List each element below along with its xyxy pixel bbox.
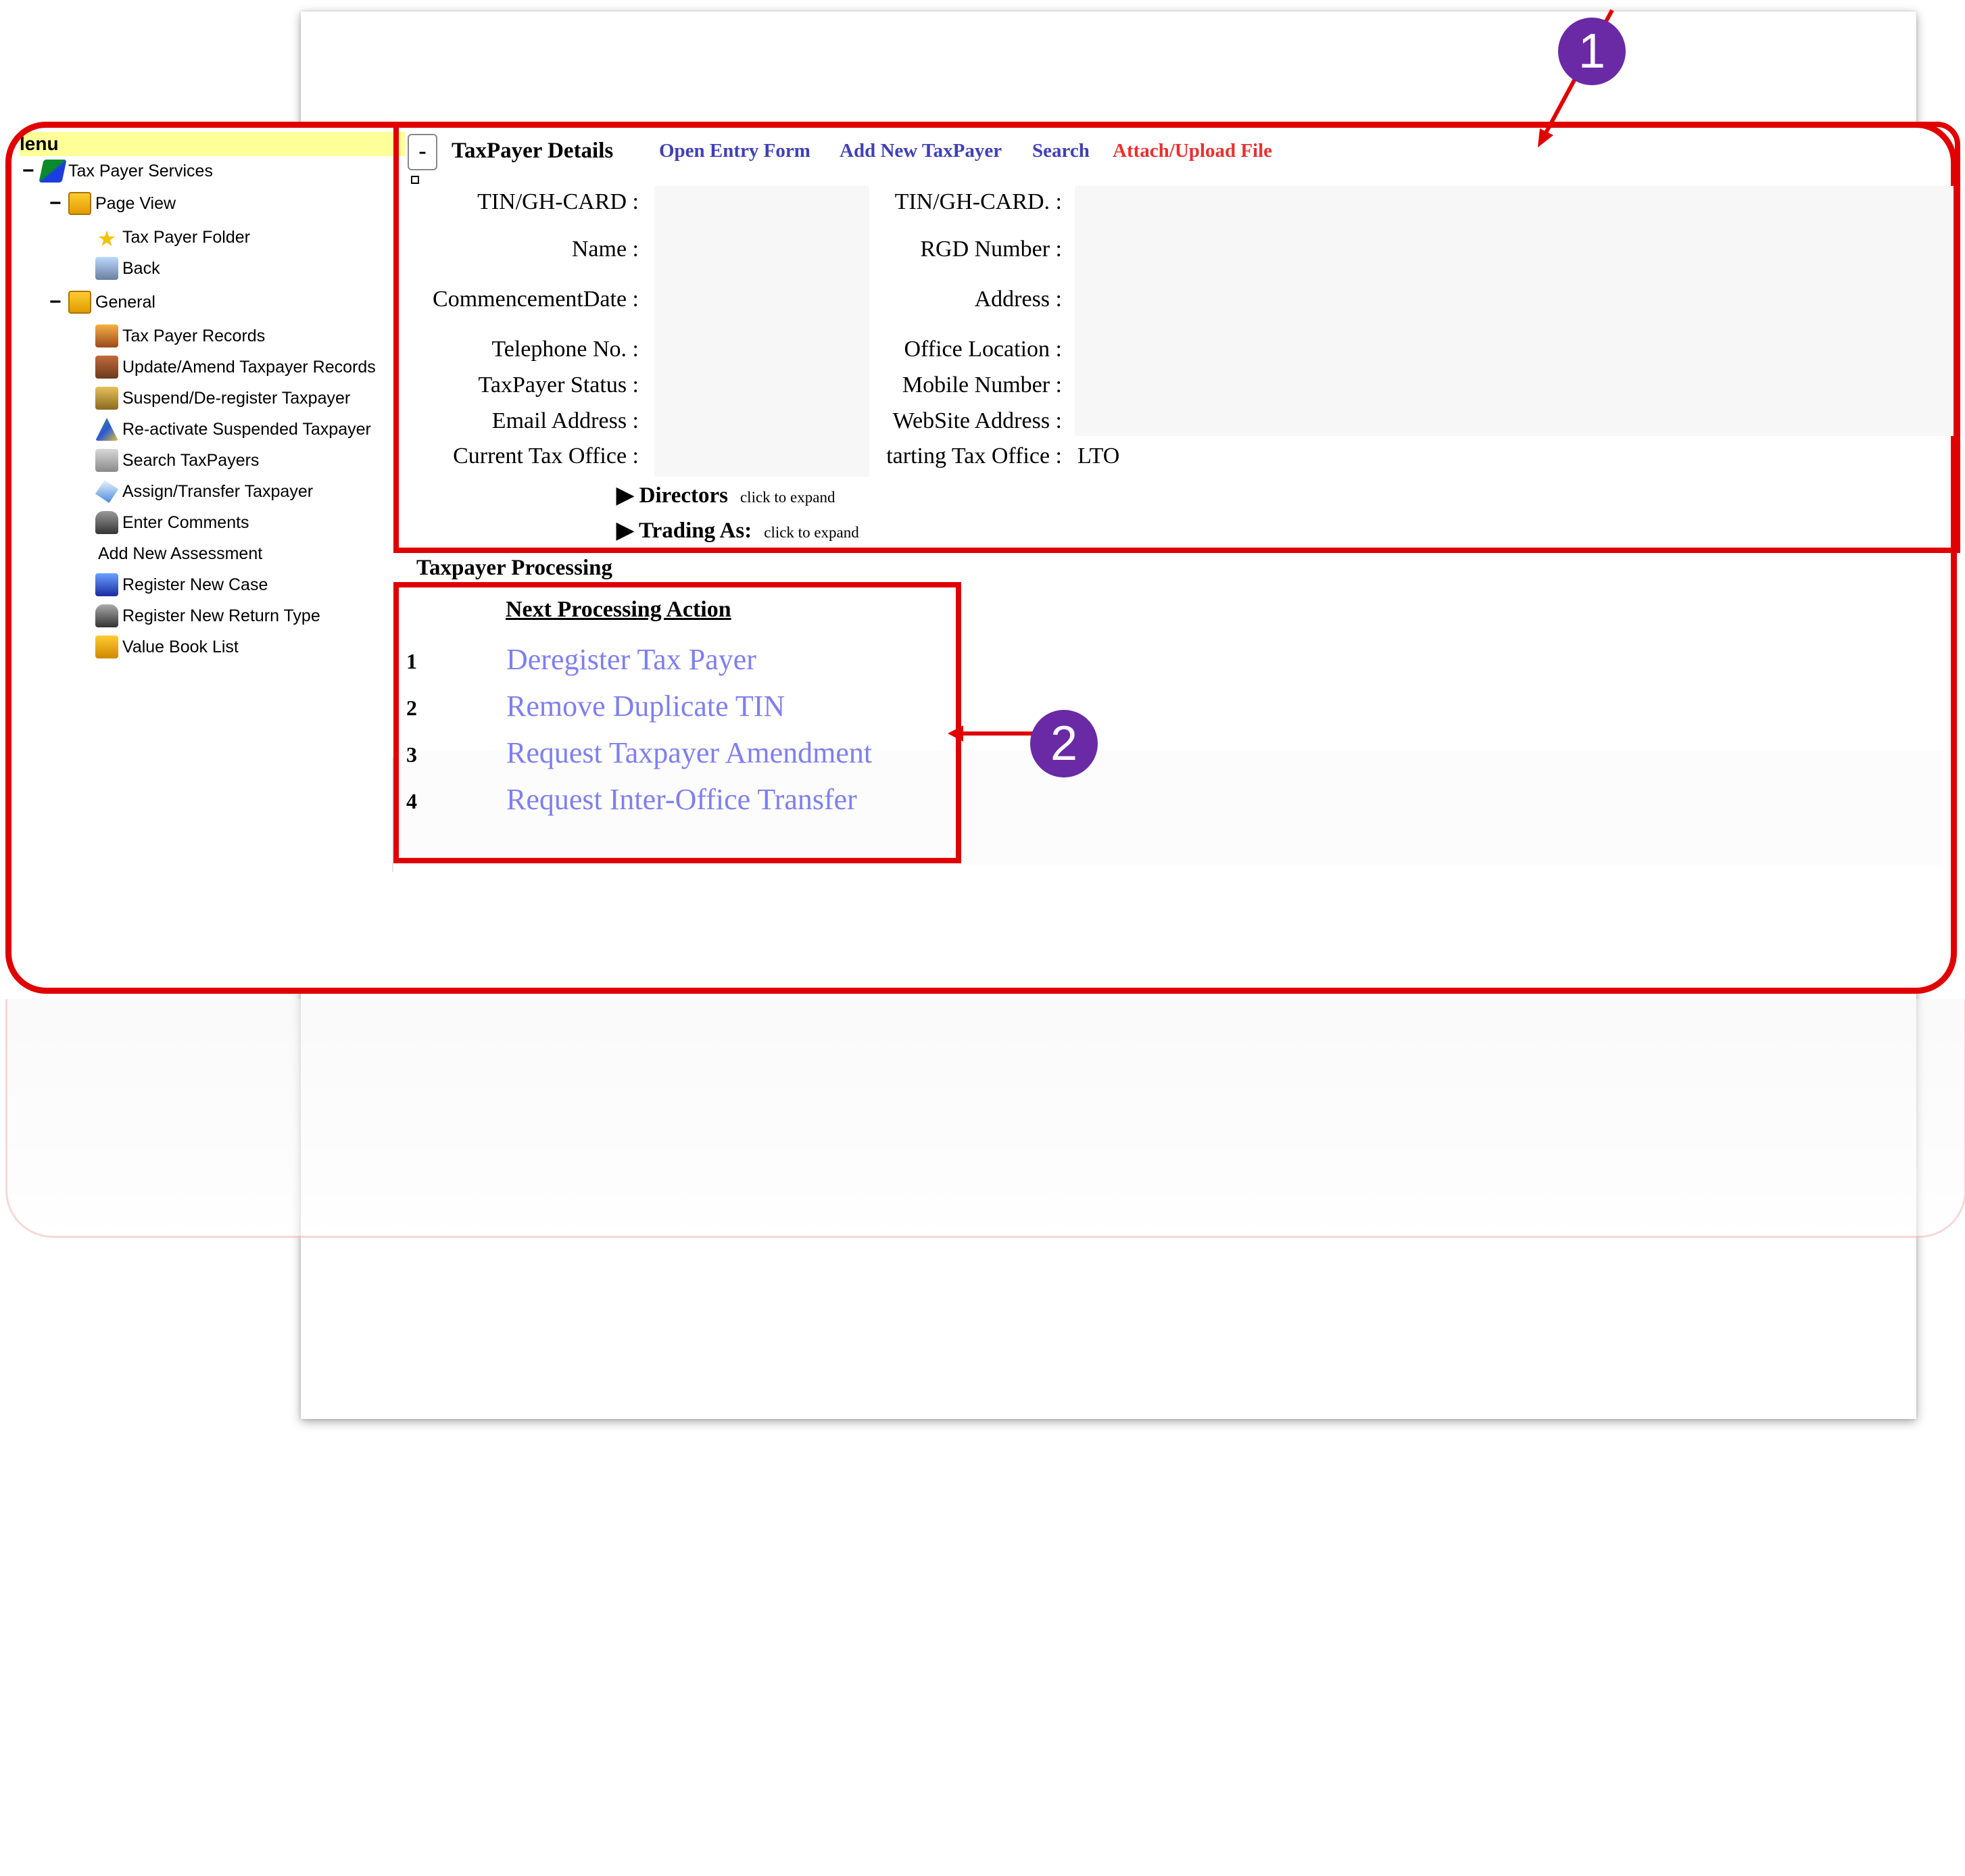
tree-item-label: Tax Payer Folder [122,227,250,247]
tree-item-general[interactable]: − General [49,287,155,317]
tree-item-update-amend[interactable]: Update/Amend Taxpayer Records [95,352,376,382]
people-icon [95,356,118,379]
tree-item-register-new-case[interactable]: Register New Case [95,570,268,600]
tree-item-page-view[interactable]: − Page View [49,189,176,218]
tree-item-add-new-assessment[interactable]: Add New Assessment [98,539,262,569]
action-number: 2 [406,696,417,720]
tree-item-tax-payer-services[interactable]: − Tax Payer Services [22,156,213,186]
comment-icon [95,511,118,534]
tree-item-label: Re-activate Suspended Taxpayer [122,419,371,439]
request-transfer-link[interactable]: Request Inter-Office Transfer [506,782,857,817]
search-icon [95,449,118,472]
collapse-toggle[interactable]: − [22,160,41,183]
tree-item-label: Tax Payer Services [68,161,213,181]
request-amendment-link[interactable]: Request Taxpayer Amendment [506,736,872,770]
tree-item-label: Update/Amend Taxpayer Records [122,357,376,377]
tree-item-tax-payer-records[interactable]: Tax Payer Records [95,321,265,351]
callout-badge-1: 1 [1558,18,1626,85]
callout-badge-2: 2 [1030,710,1098,777]
folder-icon [68,192,91,215]
tree-item-label: Tax Payer Records [122,326,266,345]
book-icon [39,160,67,183]
callout-box-1 [393,122,1960,553]
case-icon [95,573,118,596]
tree-item-label: Enter Comments [122,512,249,532]
return-icon [95,604,118,627]
deregister-link[interactable]: Deregister Tax Payer [506,642,756,677]
tree-item-search-taxpayers[interactable]: Search TaxPayers [95,446,259,475]
triangle-icon [95,418,118,441]
tree-item-label: Page View [95,193,176,213]
value-book-icon [95,635,118,658]
folder-icon [68,291,91,314]
tree-item-label: Suspend/De-register Taxpayer [122,388,351,408]
tree-item-value-book-list[interactable]: Value Book List [95,632,239,662]
tree-item-back[interactable]: Back [95,254,160,283]
remove-duplicate-tin-link[interactable]: Remove Duplicate TIN [506,689,785,723]
tree-item-label: Register New Return Type [122,606,320,625]
star-icon: ★ [97,226,117,251]
tree-item-label: Assign/Transfer Taxpayer [122,481,314,501]
tree-item-label: General [95,292,155,312]
tree-item-label: Register New Case [122,575,268,594]
action-number: 1 [406,649,417,673]
tree-item-assign-transfer[interactable]: Assign/Transfer Taxpayer [95,477,313,506]
tree-item-label: Back [122,258,160,278]
records-icon [95,324,118,347]
next-action-header: Next Processing Action [506,597,731,622]
processing-title: Taxpayer Processing [416,556,612,580]
collapse-toggle[interactable]: − [49,192,68,215]
tree-item-reactivate[interactable]: Re-activate Suspended Taxpayer [95,414,371,444]
action-number: 3 [406,742,417,767]
action-number: 4 [406,789,417,813]
tree-item-label: Value Book List [122,637,239,656]
tree-item-enter-comments[interactable]: Enter Comments [95,508,249,537]
tree-item-label: Add New Assessment [98,544,263,563]
tree-item-tax-payer-folder[interactable]: ★ Tax Payer Folder [95,222,250,252]
collapse-toggle[interactable]: − [49,291,68,314]
tree-item-label: Search TaxPayers [122,450,260,470]
tree-item-register-return-type[interactable]: Register New Return Type [95,601,320,631]
frame-reflection [5,999,1965,1238]
menu-header: lenu [20,132,405,156]
lock-icon [95,387,118,410]
back-icon [95,257,118,280]
transfer-icon [95,480,118,503]
tree-item-suspend[interactable]: Suspend/De-register Taxpayer [95,383,350,413]
